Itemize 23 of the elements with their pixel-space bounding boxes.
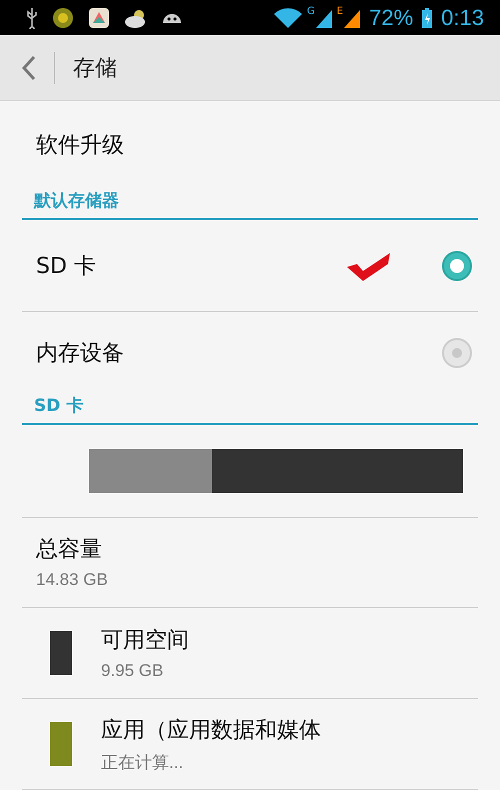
clock: 0:13 — [441, 4, 484, 30]
battery-icon — [421, 6, 434, 28]
item-title: 应用（应用数据和媒体 — [101, 716, 321, 744]
network-type-label: G — [307, 6, 315, 16]
item-title: 总容量 — [36, 536, 103, 564]
item-value: 9.95 GB — [101, 661, 164, 681]
item-title: 可用空间 — [101, 627, 189, 655]
settings-item[interactable]: 软件升级 — [22, 101, 478, 189]
option-label: SD 卡 — [36, 252, 97, 280]
section-header: 默认存储器 — [22, 189, 478, 220]
app-icon — [88, 6, 110, 28]
wifi-icon — [273, 6, 304, 28]
item-value: 正在计算... — [101, 752, 184, 774]
radio-button[interactable] — [442, 338, 472, 368]
back-icon — [22, 54, 36, 80]
item-value: 14.83 GB — [36, 570, 109, 590]
usb-icon — [26, 6, 38, 28]
radio-button[interactable] — [442, 250, 472, 280]
option-label: 内存设备 — [36, 340, 125, 368]
section-header: SD 卡 — [22, 394, 478, 425]
network-type-label: E — [336, 6, 344, 16]
screen-title: 存储 — [73, 54, 117, 82]
battery-percent: 72% — [369, 4, 414, 30]
